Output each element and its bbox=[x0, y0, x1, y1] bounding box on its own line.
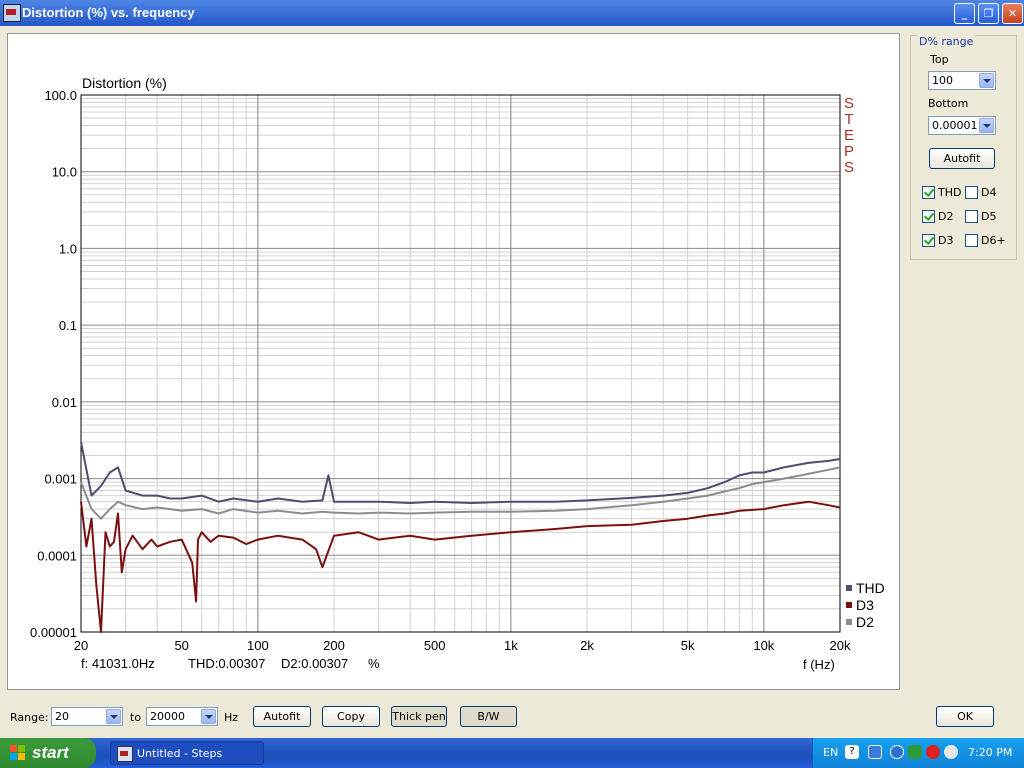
range-panel: D% range Top 100 Bottom 0.00001 Autofit … bbox=[910, 35, 1017, 260]
d5-checkbox[interactable] bbox=[965, 210, 978, 223]
chevron-down-icon[interactable] bbox=[979, 73, 994, 88]
x-tick-label: 2k bbox=[580, 638, 594, 653]
steps-watermark-letter: T bbox=[844, 111, 853, 128]
range-to-value: 20000 bbox=[150, 710, 185, 723]
d2-checkbox-label: D2 bbox=[938, 210, 954, 223]
top-label: Top bbox=[930, 53, 949, 66]
legend-label-thd: THD bbox=[856, 580, 885, 596]
chevron-down-icon[interactable] bbox=[979, 118, 994, 133]
thd-checkbox[interactable] bbox=[922, 186, 935, 199]
top-select[interactable]: 100 bbox=[928, 71, 996, 90]
close-button[interactable]: ✕ bbox=[1002, 3, 1023, 24]
y-tick-label: 0.0001 bbox=[37, 548, 77, 563]
bottom-label: Bottom bbox=[928, 97, 969, 110]
x-axis-label: f (Hz) bbox=[803, 657, 835, 672]
x-tick-label: 50 bbox=[174, 638, 188, 653]
y-tick-label: 100.0 bbox=[44, 88, 77, 103]
x-tick-label: 20 bbox=[74, 638, 88, 653]
system-tray: EN ? 7:20 PM bbox=[812, 738, 1024, 768]
range-to-select[interactable]: 20000 bbox=[146, 707, 218, 726]
clock: 7:20 PM bbox=[968, 746, 1013, 759]
d6plus-checkbox-label: D6+ bbox=[981, 234, 1006, 247]
y-tick-label: 10.0 bbox=[52, 165, 77, 180]
y-tick-label: 0.1 bbox=[59, 318, 77, 333]
hz-label: Hz bbox=[224, 711, 239, 724]
window-title: Distortion (%) vs. frequency bbox=[22, 5, 195, 20]
autofit-button[interactable]: Autofit bbox=[253, 706, 311, 727]
series-line-d2 bbox=[80, 466, 841, 520]
taskbar-item-label: Untitled - Steps bbox=[137, 747, 223, 760]
help-icon[interactable]: ? bbox=[845, 745, 859, 759]
range-to-label: to bbox=[130, 711, 142, 724]
network-icon[interactable] bbox=[908, 745, 922, 759]
d5-checkbox-label: D5 bbox=[981, 210, 997, 223]
top-value: 100 bbox=[932, 74, 953, 87]
y-tick-label: 0.01 bbox=[52, 395, 77, 410]
x-tick-label: 500 bbox=[424, 638, 446, 653]
x-tick-label: 10k bbox=[753, 638, 774, 653]
start-label: start bbox=[32, 743, 69, 762]
range-panel-title: D% range bbox=[917, 35, 976, 48]
taskbar-item-steps[interactable]: Untitled - Steps bbox=[110, 741, 264, 765]
bottom-value: 0.00001 bbox=[932, 119, 978, 132]
y-tick-label: 1.0 bbox=[59, 241, 77, 256]
d4-checkbox[interactable] bbox=[965, 186, 978, 199]
security-shield-icon[interactable] bbox=[926, 745, 940, 759]
y-axis-label: Distortion (%) bbox=[82, 75, 167, 91]
d2-checkbox[interactable] bbox=[922, 210, 935, 223]
steps-watermark-letter: S bbox=[844, 95, 854, 112]
d4-checkbox-label: D4 bbox=[981, 186, 997, 199]
x-tick-label: 1k bbox=[504, 638, 518, 653]
minimize-button[interactable]: _ bbox=[954, 3, 975, 24]
legend-label-d2: D2 bbox=[856, 614, 874, 630]
d3-checkbox[interactable] bbox=[922, 234, 935, 247]
x-tick-label: 200 bbox=[323, 638, 345, 653]
chevron-down-icon[interactable] bbox=[201, 709, 216, 724]
range-label: Range: bbox=[10, 711, 49, 724]
x-tick-label: 20k bbox=[830, 638, 851, 653]
legend-swatch-d2 bbox=[846, 619, 852, 625]
status-thd: THD:0.00307 bbox=[188, 656, 265, 671]
range-from-select[interactable]: 20 bbox=[51, 707, 123, 726]
taskbar: start Untitled - Steps EN ? 7:20 PM bbox=[0, 738, 1024, 768]
language-indicator[interactable]: EN bbox=[823, 746, 838, 759]
distortion-chart: 100.0 10.0 1.0 0.1 0.01 0.001 0.0001 0.0000120 5… bbox=[30, 75, 885, 672]
steps-app-icon bbox=[117, 746, 133, 762]
restore-button[interactable]: ❐ bbox=[978, 3, 999, 24]
d3-checkbox-label: D3 bbox=[938, 234, 954, 247]
legend-swatch-d3 bbox=[846, 602, 852, 608]
status-d2: D2:0.00307 bbox=[281, 656, 348, 671]
bottom-select[interactable]: 0.00001 bbox=[928, 116, 996, 135]
series-line-thd bbox=[80, 441, 841, 504]
start-button[interactable]: start bbox=[0, 738, 96, 768]
x-tick-label: 5k bbox=[681, 638, 695, 653]
steps-watermark-letter: S bbox=[844, 159, 854, 176]
status-frequency: f: 41031.0Hz bbox=[81, 656, 155, 671]
copy-button[interactable]: Copy bbox=[322, 706, 380, 727]
steps-watermark-letter: E bbox=[844, 127, 854, 144]
d6plus-checkbox[interactable] bbox=[965, 234, 978, 247]
chevron-down-icon[interactable] bbox=[106, 709, 121, 724]
title-bar: Distortion (%) vs. frequency _ ❐ ✕ bbox=[0, 0, 1024, 26]
panel-autofit-button[interactable]: Autofit bbox=[929, 148, 995, 169]
back-arrow-icon[interactable] bbox=[890, 745, 904, 759]
legend-swatch-thd bbox=[846, 585, 852, 591]
app-icon bbox=[3, 4, 21, 22]
display-icon[interactable] bbox=[868, 745, 882, 759]
windows-logo-icon bbox=[10, 745, 26, 761]
thd-checkbox-label: THD bbox=[938, 186, 962, 199]
steps-watermark-letter: P bbox=[844, 143, 854, 160]
x-tick-label: 100 bbox=[247, 638, 269, 653]
y-tick-label: 0.00001 bbox=[30, 625, 77, 640]
status-unit: % bbox=[368, 656, 380, 671]
ok-button[interactable]: OK bbox=[936, 706, 994, 727]
plot-frame: 100.0 10.0 1.0 0.1 0.01 0.001 0.0001 0.00001 20 5… bbox=[7, 33, 900, 690]
legend-label-d3: D3 bbox=[856, 597, 874, 613]
bw-toggle[interactable]: B/W bbox=[460, 706, 517, 727]
antivirus-icon[interactable] bbox=[944, 745, 958, 759]
y-tick-label: 0.001 bbox=[44, 472, 77, 487]
range-from-value: 20 bbox=[55, 710, 69, 723]
thick-pen-toggle[interactable]: Thick pen bbox=[391, 706, 447, 727]
